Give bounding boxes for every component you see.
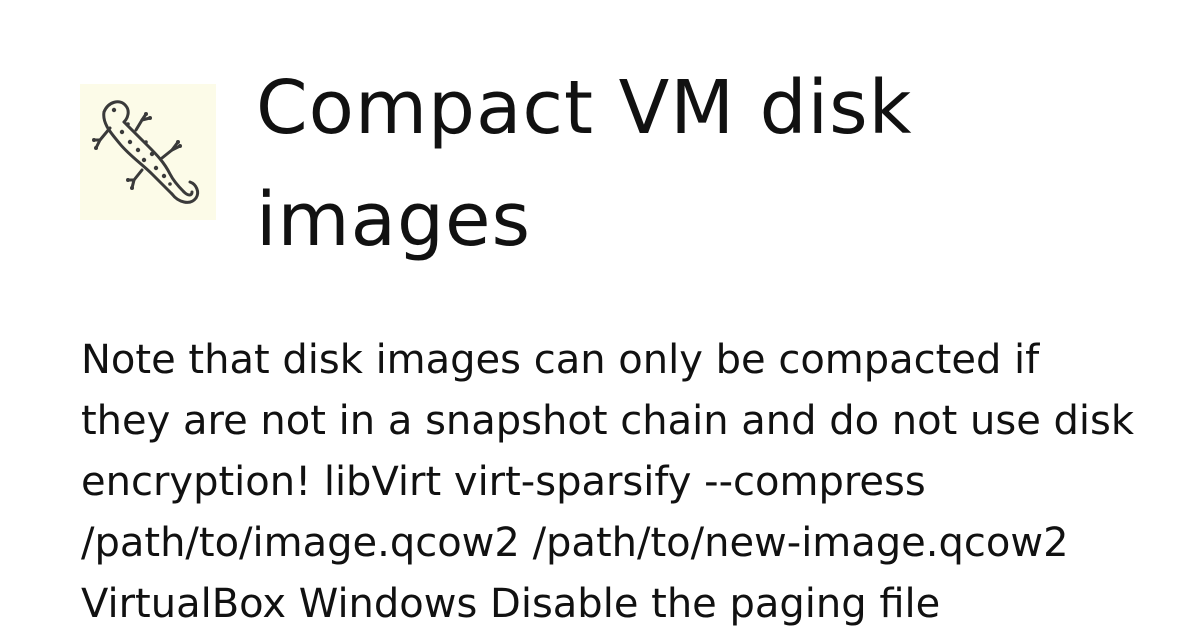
site-logo xyxy=(80,84,216,220)
page-title: Compact VM disk images xyxy=(256,65,913,263)
preview-card: Compact VM disk images Note that disk im… xyxy=(0,0,1200,630)
article-excerpt: Note that disk images can only be compac… xyxy=(81,337,1135,627)
gecko-lizard-icon xyxy=(92,100,200,204)
